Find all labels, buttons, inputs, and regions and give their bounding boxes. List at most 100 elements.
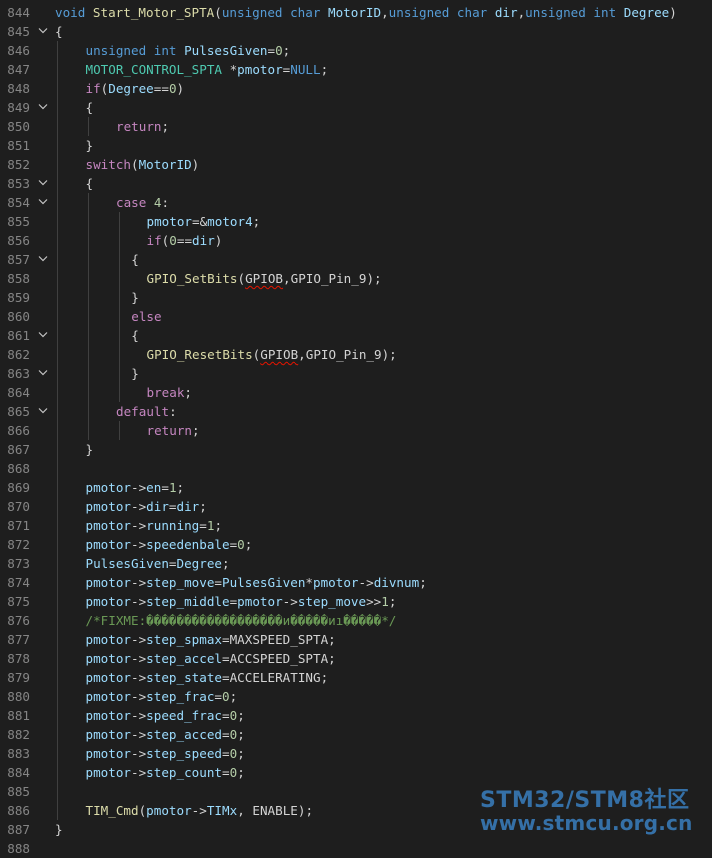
- line-number: 860: [7, 309, 30, 324]
- code-editor[interactable]: 844 void Start_Motor_SPTA(unsigned char M…: [0, 0, 712, 856]
- code-text: pmotor=&motor4;: [147, 212, 261, 231]
- code-token: =: [222, 632, 230, 647]
- code-token: Degree: [108, 81, 154, 96]
- code-line[interactable]: 878 pmotor->step_accel=ACCSPEED_SPTA;: [0, 649, 712, 668]
- line-number: 879: [7, 670, 30, 685]
- fold-chevron-icon[interactable]: [37, 326, 49, 345]
- code-line[interactable]: 863}: [0, 364, 712, 383]
- line-number: 850: [7, 119, 30, 134]
- line-number: 874: [7, 575, 30, 590]
- code-token: {: [85, 100, 94, 115]
- fold-chevron-icon[interactable]: [37, 174, 49, 193]
- code-line[interactable]: 849 {: [0, 98, 712, 117]
- code-token: =: [222, 708, 230, 723]
- code-line[interactable]: 877 pmotor->step_spmax=MAXSPEED_SPTA;: [0, 630, 712, 649]
- code-line[interactable]: 884 pmotor->step_count=0;: [0, 763, 712, 782]
- code-token: step_acced: [146, 727, 222, 742]
- code-text: else: [131, 307, 161, 326]
- code-line[interactable]: 860 else: [0, 307, 712, 326]
- code-token: ->: [131, 518, 147, 533]
- code-token: pmotor: [85, 708, 132, 723]
- code-line[interactable]: 866 return;: [0, 421, 712, 440]
- code-token: ->: [131, 594, 147, 609]
- code-line[interactable]: 881 pmotor->speed_frac=0;: [0, 706, 712, 725]
- code-line[interactable]: 862 GPIO_ResetBits(GPIOB,GPIO_Pin_9);: [0, 345, 712, 364]
- code-token: pmotor: [85, 765, 132, 780]
- fold-chevron-icon[interactable]: [37, 98, 49, 117]
- code-line[interactable]: 864 break;: [0, 383, 712, 402]
- code-token: ;: [328, 632, 336, 647]
- code-line[interactable]: 850 return;: [0, 117, 712, 136]
- code-token: unsigned int: [525, 5, 624, 20]
- code-line[interactable]: 855 pmotor=&motor4;: [0, 212, 712, 231]
- code-line[interactable]: 859}: [0, 288, 712, 307]
- code-token: return: [146, 423, 193, 438]
- code-line[interactable]: 852 switch(MotorID): [0, 155, 712, 174]
- code-line[interactable]: 844 void Start_Motor_SPTA(unsigned char M…: [0, 3, 712, 22]
- code-line[interactable]: 845 {: [0, 22, 712, 41]
- code-token: 4: [153, 195, 162, 210]
- code-line[interactable]: 883 pmotor->step_speed=0;: [0, 744, 712, 763]
- code-token: ->: [131, 651, 147, 666]
- code-text: GPIO_ResetBits(GPIOB,GPIO_Pin_9);: [147, 345, 397, 364]
- fold-chevron-icon[interactable]: [37, 402, 49, 421]
- code-line[interactable]: 865 default:: [0, 402, 712, 421]
- line-number: 857: [7, 252, 30, 267]
- code-line[interactable]: 880 pmotor->step_frac=0;: [0, 687, 712, 706]
- line-number: 848: [7, 81, 30, 96]
- code-line[interactable]: 872 pmotor->speedenbale=0;: [0, 535, 712, 554]
- fold-chevron-icon[interactable]: [37, 364, 49, 383]
- code-line[interactable]: 873 PulsesGiven=Degree;: [0, 554, 712, 573]
- code-line[interactable]: 882 pmotor->step_acced=0;: [0, 725, 712, 744]
- code-line[interactable]: 858 GPIO_SetBits(GPIOB,GPIO_Pin_9);: [0, 269, 712, 288]
- code-line[interactable]: 861 {: [0, 326, 712, 345]
- code-line[interactable]: 857 {: [0, 250, 712, 269]
- fold-chevron-icon[interactable]: [37, 250, 49, 269]
- code-token: /*FIXME:������������������и�����иı�����*…: [85, 613, 397, 628]
- fold-chevron-icon[interactable]: [37, 193, 49, 212]
- code-line[interactable]: 856 if(0==dir): [0, 231, 712, 250]
- code-text: pmotor->step_speed=0;: [86, 744, 245, 763]
- code-token: ACCELERATING: [229, 670, 321, 685]
- line-number: 872: [7, 537, 30, 552]
- code-token: =: [161, 480, 169, 495]
- code-line[interactable]: 847 MOTOR_CONTROL_SPTA *pmotor=NULL;: [0, 60, 712, 79]
- code-line[interactable]: 871 pmotor->running=1;: [0, 516, 712, 535]
- code-line[interactable]: 853 {: [0, 174, 712, 193]
- line-number: 885: [7, 784, 30, 799]
- code-token: ->: [131, 746, 147, 761]
- code-line[interactable]: 876 /*FIXME:������������������и�����иı���…: [0, 611, 712, 630]
- code-token: TIM_Cmd: [85, 803, 139, 818]
- code-token: ->: [131, 575, 147, 590]
- code-text: pmotor->step_count=0;: [86, 763, 245, 782]
- code-text: {: [86, 174, 94, 193]
- code-line[interactable]: 874 pmotor->step_move=PulsesGiven*pmotor-…: [0, 573, 712, 592]
- code-line[interactable]: 867}: [0, 440, 712, 459]
- code-line[interactable]: 868: [0, 459, 712, 478]
- code-line[interactable]: 854 case 4:: [0, 193, 712, 212]
- code-token: =: [267, 43, 276, 58]
- code-token: *: [305, 575, 314, 590]
- code-text: pmotor->step_accel=ACCSPEED_SPTA;: [86, 649, 336, 668]
- fold-chevron-icon[interactable]: [37, 22, 49, 41]
- code-token: ->: [131, 708, 147, 723]
- code-line[interactable]: 846 unsigned int PulsesGiven=0;: [0, 41, 712, 60]
- code-text: return;: [147, 421, 200, 440]
- code-token: ->: [131, 727, 147, 742]
- code-token: ;: [419, 575, 427, 590]
- code-line[interactable]: 879 pmotor->step_state=ACCELERATING;: [0, 668, 712, 687]
- code-token: 0: [275, 43, 283, 58]
- code-text: pmotor->speedenbale=0;: [86, 535, 253, 554]
- code-line[interactable]: 851}: [0, 136, 712, 155]
- code-line[interactable]: 875 pmotor->step_middle=pmotor->step_move…: [0, 592, 712, 611]
- code-line[interactable]: 870 pmotor->dir=dir;: [0, 497, 712, 516]
- code-token: PulsesGiven: [184, 43, 268, 58]
- code-token: ,: [381, 5, 389, 20]
- code-token: ;: [237, 727, 245, 742]
- code-token: ENABLE: [252, 803, 298, 818]
- code-token: ->: [131, 670, 147, 685]
- code-line[interactable]: 848 if(Degree==0): [0, 79, 712, 98]
- line-number: 853: [7, 176, 30, 191]
- line-number: 880: [7, 689, 30, 704]
- code-line[interactable]: 869 pmotor->en=1;: [0, 478, 712, 497]
